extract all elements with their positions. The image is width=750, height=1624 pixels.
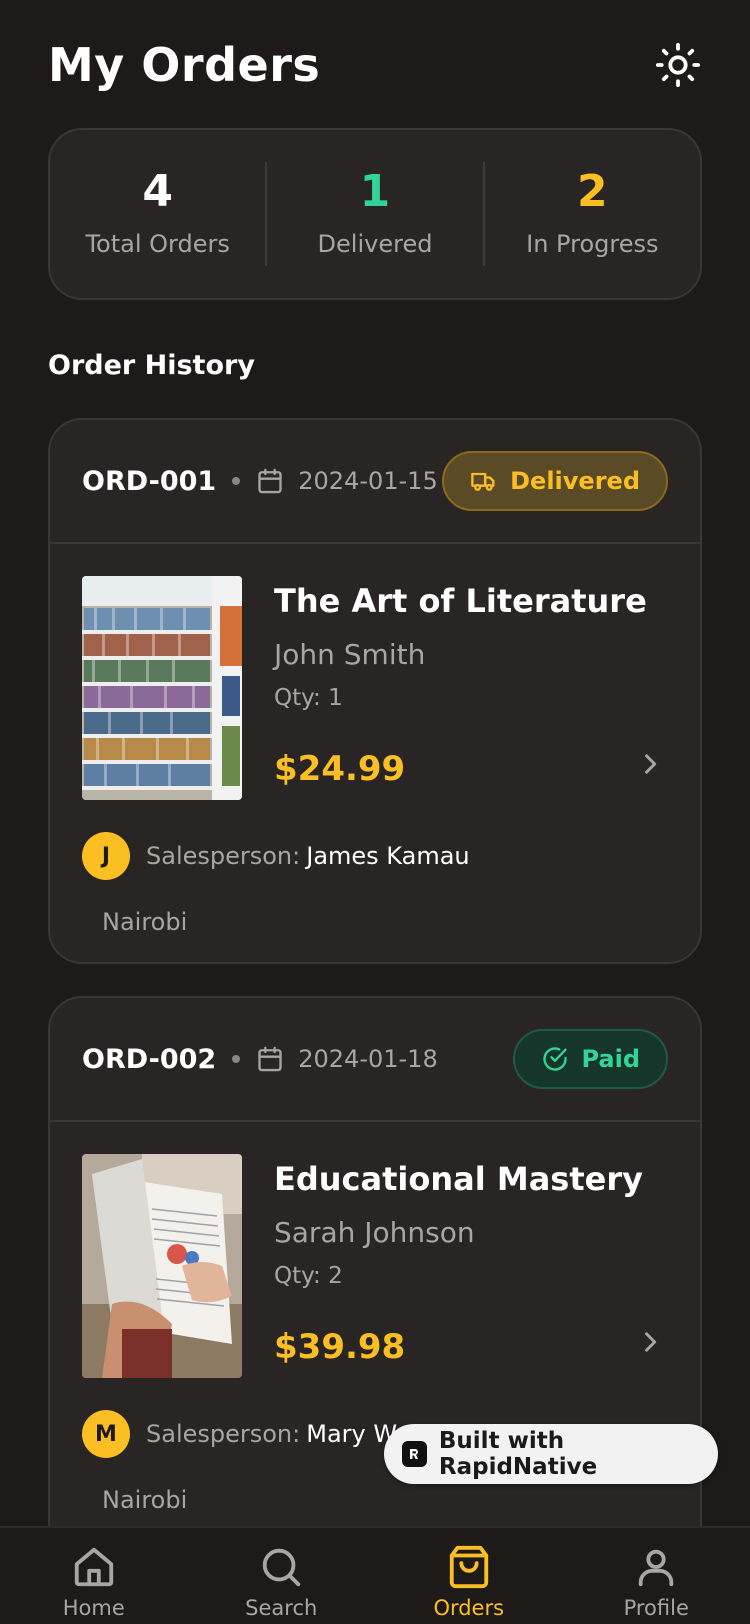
order-item: The Art of Literature John Smith Qty: 1 …: [50, 544, 700, 800]
separator-dot: [232, 1055, 241, 1063]
book-cover-image: [82, 576, 242, 800]
stat-label: Total Orders: [85, 230, 230, 258]
location: Nairobi: [102, 908, 188, 936]
order-date: 2024-01-18: [298, 1045, 438, 1073]
tab-label: Profile: [623, 1596, 689, 1620]
stats-card: 4 Total Orders 1 Delivered 2 In Progress: [48, 128, 702, 300]
stat-value: 1: [359, 166, 391, 217]
salesperson-name: James Kamau: [306, 842, 470, 870]
tab-home[interactable]: Home: [0, 1528, 188, 1624]
salesperson-label: Salesperson:: [146, 1420, 301, 1448]
tab-orders[interactable]: Orders: [375, 1528, 563, 1624]
status-label: Paid: [581, 1045, 640, 1073]
rapidnative-logo-icon: [402, 1441, 427, 1467]
book-author: Sarah Johnson: [274, 1216, 475, 1249]
chevron-right-icon[interactable]: [632, 1324, 668, 1360]
header: My Orders: [48, 30, 702, 100]
status-badge: Paid: [513, 1029, 668, 1089]
book-cover-image: [82, 1154, 242, 1378]
tab-profile[interactable]: Profile: [563, 1528, 750, 1624]
book-quantity: Qty: 2: [274, 1263, 343, 1289]
calendar-icon: [256, 1045, 284, 1073]
avatar: M: [82, 1410, 130, 1458]
home-icon: [74, 1547, 113, 1587]
salesperson-row: J Salesperson: James Kamau: [50, 800, 700, 880]
status-label: Delivered: [510, 467, 640, 495]
order-id: ORD-001: [82, 465, 217, 497]
book-info: The Art of Literature John Smith Qty: 1 …: [274, 576, 668, 800]
tab-search[interactable]: Search: [188, 1528, 376, 1624]
stat-label: In Progress: [526, 230, 659, 258]
stat-total-orders: 4 Total Orders: [50, 130, 265, 298]
page-title: My Orders: [48, 38, 321, 92]
book-title: Educational Mastery: [274, 1160, 643, 1198]
book-price: $39.98: [274, 1327, 406, 1367]
stat-label: Delivered: [317, 230, 433, 258]
order-header: ORD-001 2024-01-15 Delivered: [50, 420, 700, 544]
truck-icon: [471, 472, 495, 491]
tab-label: Home: [62, 1596, 125, 1620]
tab-label: Orders: [433, 1596, 505, 1620]
bottom-tab-bar: Home Search Orders Profile: [0, 1526, 750, 1624]
built-with-badge[interactable]: Built with RapidNative: [384, 1424, 718, 1484]
theme-toggle-button[interactable]: [654, 41, 702, 89]
avatar: J: [82, 832, 130, 880]
salesperson-label: Salesperson:: [146, 842, 301, 870]
calendar-icon: [256, 467, 284, 495]
order-id: ORD-002: [82, 1043, 217, 1075]
book-title: The Art of Literature: [274, 582, 647, 620]
tab-label: Search: [245, 1596, 318, 1620]
check-circle-icon: [543, 1047, 568, 1071]
separator-dot: [232, 477, 241, 485]
stat-value: 2: [577, 166, 608, 217]
book-author: John Smith: [274, 638, 426, 671]
book-price: $24.99: [274, 749, 406, 789]
status-badge: Delivered: [442, 451, 668, 511]
user-icon: [639, 1549, 674, 1587]
stat-value: 4: [142, 166, 173, 217]
order-header: ORD-002 2024-01-18 Paid: [50, 998, 700, 1122]
search-icon: [263, 1548, 301, 1587]
section-title: Order History: [48, 350, 255, 381]
stat-in-progress: 2 In Progress: [485, 130, 700, 298]
order-item: Educational Mastery Sarah Johnson Qty: 2…: [50, 1122, 700, 1378]
book-info: Educational Mastery Sarah Johnson Qty: 2…: [274, 1154, 668, 1378]
sun-icon: [655, 42, 701, 88]
shopping-bag-icon: [449, 1545, 488, 1589]
order-date: 2024-01-15: [298, 467, 438, 495]
chevron-right-icon[interactable]: [632, 746, 668, 782]
book-quantity: Qty: 1: [274, 685, 343, 711]
stat-delivered: 1 Delivered: [267, 130, 482, 298]
order-card[interactable]: ORD-001 2024-01-15 Delivered The Art of …: [48, 418, 702, 964]
built-with-label: Built with RapidNative: [438, 1428, 598, 1480]
